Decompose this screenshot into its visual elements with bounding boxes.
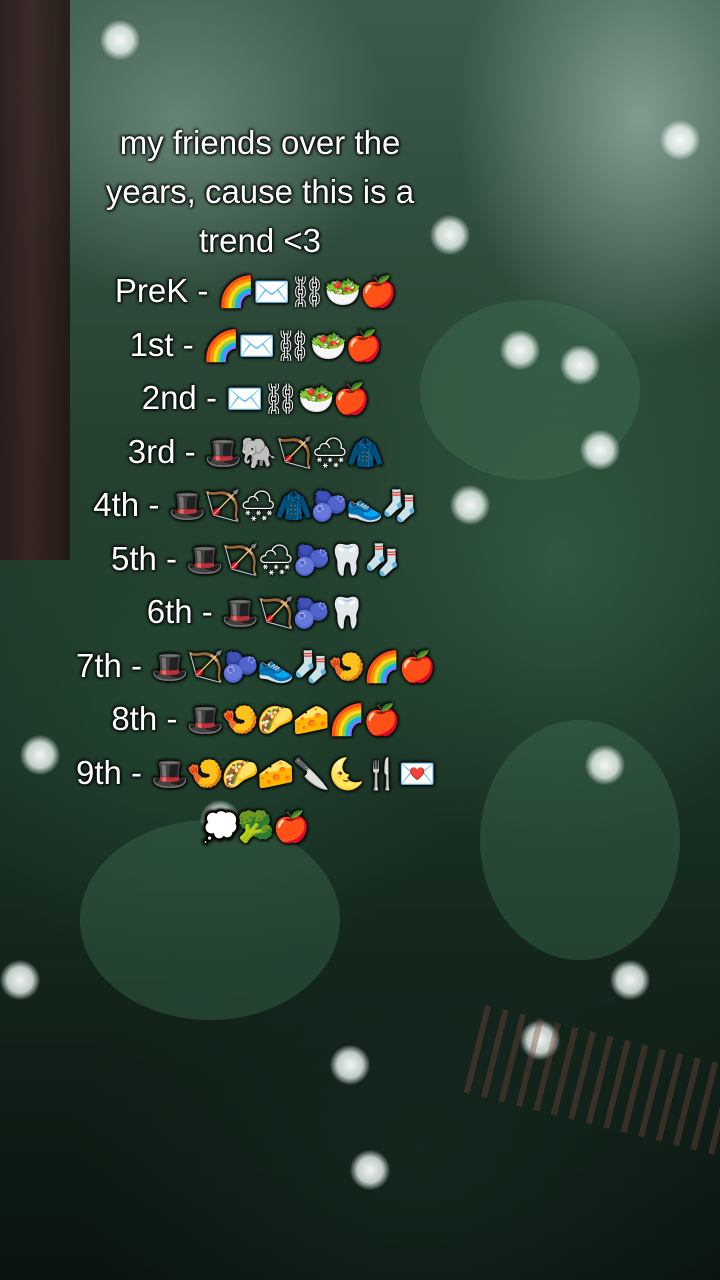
friend-row: 3rd - 🎩🐘🏹🌨🧥: [0, 426, 515, 480]
white-flower: [580, 430, 620, 470]
row-separator: -: [156, 539, 187, 577]
friend-row: 💭🥦🍎: [0, 800, 515, 854]
caption-overlay: my friends over the years, cause this is…: [0, 118, 520, 854]
row-separator: -: [121, 753, 152, 791]
row-separator: -: [192, 593, 222, 630]
friend-row: 9th - 🎩🍤🌮🧀🔪🌜🍴💌: [0, 747, 515, 801]
caption-title-line: my friends over the: [119, 124, 401, 161]
emoji-list: 🌈✉️⛓🥗🍎: [217, 276, 397, 309]
grade-label: 3rd: [127, 432, 176, 470]
row-separator: -: [188, 272, 218, 309]
row-separator: -: [175, 432, 205, 470]
white-flower: [100, 20, 140, 60]
friend-row: PreK - 🌈✉️⛓🥗🍎: [0, 265, 515, 319]
grade-label: 6th: [146, 593, 193, 630]
grade-label: 2nd: [141, 379, 197, 416]
wooden-fence: [463, 1005, 720, 1165]
emoji-list: 🎩🏹🫐🦷: [221, 597, 365, 630]
emoji-list: 🎩🏹🌨🧥🫐👟🧦: [168, 490, 418, 523]
white-flower: [560, 345, 600, 385]
grade-label: PreK: [114, 272, 189, 309]
grade-label: 8th: [111, 700, 158, 737]
friend-row: 7th - 🎩🏹🫐👟🧦🍤🌈🍎: [0, 640, 515, 694]
emoji-list: 💭🥦🍎: [201, 811, 310, 844]
grade-label: 4th: [93, 486, 140, 523]
grade-label: 1st: [129, 325, 174, 363]
background-photo: my friends over the years, cause this is…: [0, 0, 720, 1280]
grade-label: 5th: [110, 539, 157, 577]
friend-row: 8th - 🎩🍤🌮🧀🌈🍎: [0, 693, 515, 747]
white-flower: [660, 120, 700, 160]
white-flower: [350, 1150, 390, 1190]
white-flower: [585, 745, 625, 785]
caption-title-line: trend <3: [198, 222, 321, 259]
friend-row: 5th - 🎩🏹🌨🫐🦷🧦: [0, 533, 515, 587]
white-flower: [0, 960, 40, 1000]
row-separator: -: [157, 700, 187, 737]
emoji-list: 🎩🐘🏹🌨🧥: [204, 436, 384, 470]
row-separator: -: [121, 646, 152, 684]
friend-row: 2nd - ✉️⛓🥗🍎: [0, 372, 515, 426]
friend-row: 4th - 🎩🏹🌨🧥🫐👟🧦: [0, 479, 515, 533]
row-separator: -: [139, 486, 169, 523]
emoji-list: 🎩🍤🌮🧀🔪🌜🍴💌: [151, 757, 436, 791]
caption-title-line: years, cause this is a: [105, 173, 415, 210]
emoji-list: ✉️⛓🥗🍎: [226, 383, 370, 416]
emoji-list: 🌈✉️⛓🥗🍎: [202, 329, 382, 363]
white-flower: [330, 1045, 370, 1085]
white-flower: [610, 960, 650, 1000]
emoji-list: 🎩🍤🌮🧀🌈🍎: [186, 704, 401, 737]
grade-label: 9th: [75, 753, 122, 791]
emoji-list: 🎩🏹🫐👟🧦🍤🌈🍎: [151, 650, 436, 684]
friend-row: 1st - 🌈✉️⛓🥗🍎: [0, 319, 515, 373]
grade-label: 7th: [75, 646, 122, 684]
friend-row: 6th - 🎩🏹🫐🦷: [0, 586, 515, 640]
emoji-list: 🎩🏹🌨🫐🦷🧦: [186, 543, 401, 577]
row-separator: -: [173, 325, 203, 363]
row-separator: -: [196, 379, 227, 416]
